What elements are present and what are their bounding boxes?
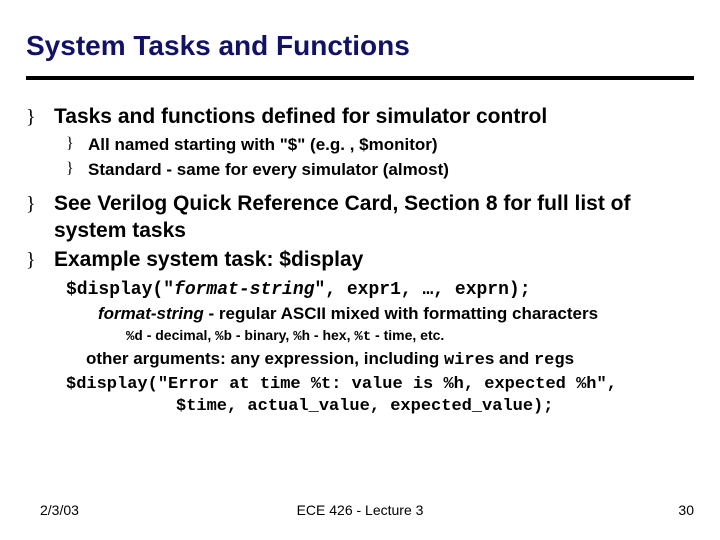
bullet-2: } See Verilog Quick Reference Card, Sect… xyxy=(26,191,694,245)
pct-t-txt: - time, etc. xyxy=(371,327,444,343)
bullet-icon: } xyxy=(66,159,88,180)
bullet-icon: } xyxy=(26,247,54,273)
other-post: s xyxy=(565,349,574,368)
footer-page: 30 xyxy=(678,502,694,518)
slide-body: } Tasks and functions defined for simula… xyxy=(26,104,694,418)
pct-h: %h xyxy=(293,329,310,345)
pct-h-txt: - hex, xyxy=(310,327,354,343)
bullet-1b-text: Standard - same for every simulator (alm… xyxy=(88,159,449,181)
display-signature: $display("format-string", expr1, …, expr… xyxy=(66,280,694,300)
slide-footer: 2/3/03 ECE 426 - Lecture 3 30 xyxy=(0,502,720,518)
bullet-3-text: Example system task: $display xyxy=(54,247,363,274)
pct-b: %b xyxy=(215,329,232,345)
format-examples: %d - decimal, %b - binary, %h - hex, %t … xyxy=(126,327,694,345)
other-mid: s and xyxy=(485,349,534,368)
bullet-1: } Tasks and functions defined for simula… xyxy=(26,104,694,131)
example-line-2: $time, actual_value, expected_value); xyxy=(176,396,694,418)
slide-title: System Tasks and Functions xyxy=(26,30,694,62)
pct-d: %d xyxy=(126,329,143,345)
other-args-note: other arguments: any expression, includi… xyxy=(86,349,694,370)
pct-b-txt: - binary, xyxy=(232,327,293,343)
footer-center: ECE 426 - Lecture 3 xyxy=(297,502,424,518)
display-example: $display("Error at time %t: value is %h,… xyxy=(66,374,694,418)
bullet-icon: } xyxy=(26,191,54,217)
example-line-1: $display("Error at time %t: value is %h,… xyxy=(66,374,694,396)
reg-mono: reg xyxy=(534,351,565,370)
bullet-3: } Example system task: $display xyxy=(26,247,694,274)
title-rule xyxy=(26,76,694,80)
bullet-1b: } Standard - same for every simulator (a… xyxy=(66,159,694,181)
pct-t: %t xyxy=(354,329,371,345)
other-pre: other arguments: any expression, includi… xyxy=(86,349,444,368)
fmt-rest: - regular ASCII mixed with formatting ch… xyxy=(204,304,598,323)
footer-date: 2/3/03 xyxy=(40,502,79,518)
sig-pre: $display(" xyxy=(66,280,174,300)
sig-italic: format-string xyxy=(174,280,314,300)
bullet-icon: } xyxy=(26,104,54,130)
pct-d-txt: - decimal, xyxy=(143,327,215,343)
bullet-icon: } xyxy=(66,134,88,155)
bullet-1a: } All named starting with "$" (e.g. , $m… xyxy=(66,134,694,156)
bullet-2-text: See Verilog Quick Reference Card, Sectio… xyxy=(54,191,694,245)
fmt-italic: format-string xyxy=(98,304,204,323)
wire-mono: wire xyxy=(444,351,485,370)
bullet-1-text: Tasks and functions defined for simulato… xyxy=(54,104,547,131)
format-string-note: format-string - regular ASCII mixed with… xyxy=(98,304,694,324)
sig-post: ", expr1, …, exprn); xyxy=(314,280,530,300)
bullet-1a-text: All named starting with "$" (e.g. , $mon… xyxy=(88,134,438,156)
